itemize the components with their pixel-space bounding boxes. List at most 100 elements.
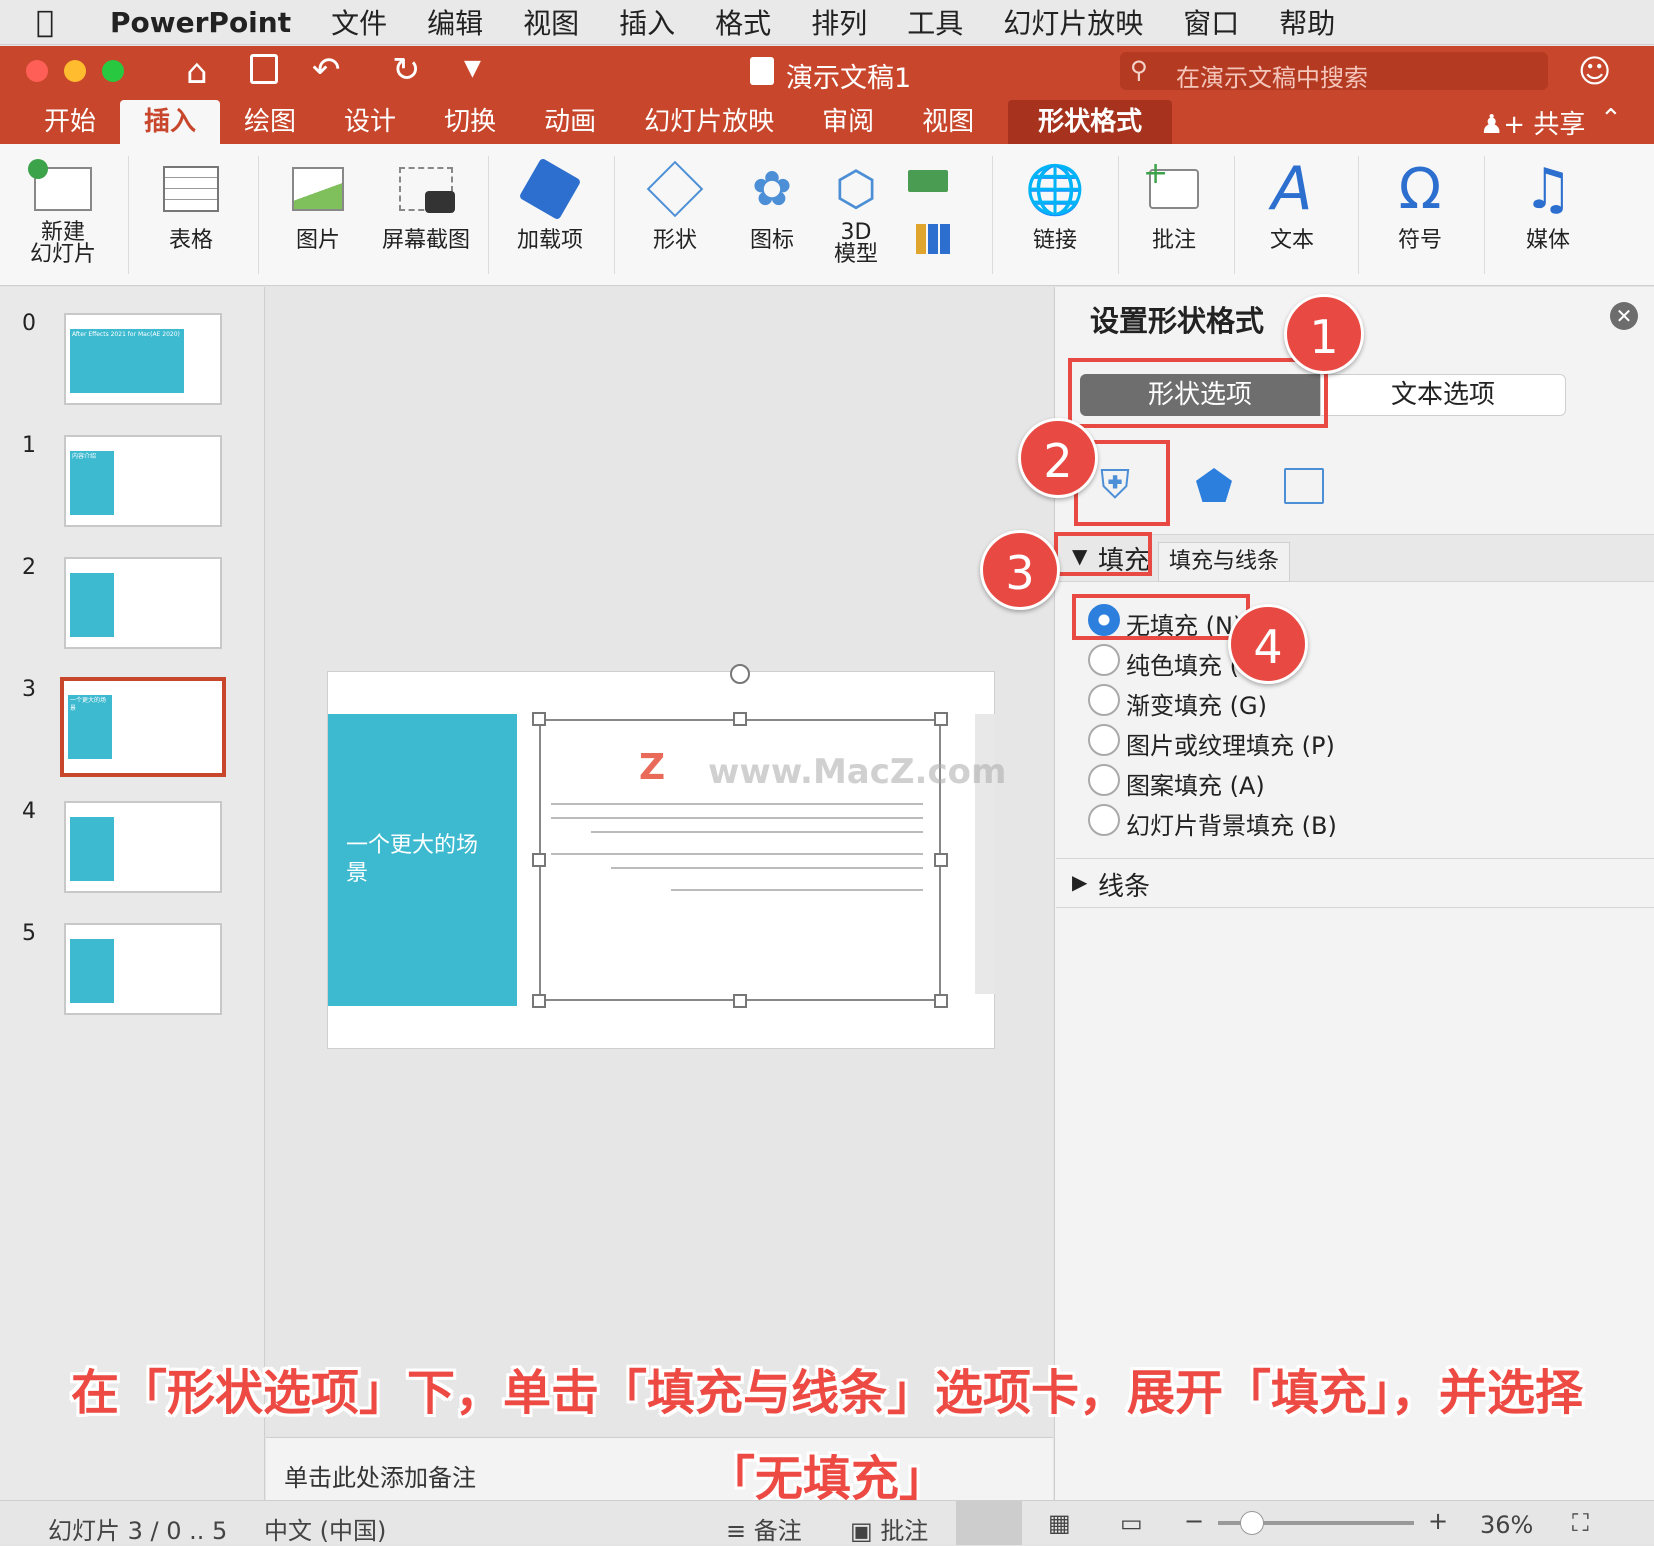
- resize-handle[interactable]: [934, 994, 948, 1008]
- menu-edit[interactable]: 编辑: [427, 2, 483, 42]
- tab-view[interactable]: 视图: [898, 100, 998, 144]
- current-slide[interactable]: 一个更大的场景 Z www.MacZ.com: [327, 664, 1006, 1049]
- apple-icon[interactable]: : [36, 5, 92, 40]
- gradient-fill-label[interactable]: 渐变填充 (G): [1126, 686, 1267, 721]
- tab-insert[interactable]: 插入: [120, 100, 221, 144]
- chart-icon[interactable]: [916, 224, 950, 254]
- zoom-in-button[interactable]: +: [1428, 1507, 1448, 1535]
- comments-toggle[interactable]: ▣ 批注: [850, 1511, 928, 1546]
- smartart-icon[interactable]: [908, 170, 948, 192]
- comment-button[interactable]: + 批注: [1134, 156, 1214, 254]
- media-button[interactable]: ♫ 媒体: [1504, 156, 1592, 254]
- picture-fill-radio[interactable]: [1088, 724, 1120, 756]
- highlight-no-fill: [1072, 594, 1250, 640]
- slide-counter: 幻灯片 3 / 0 .. 5: [48, 1517, 228, 1545]
- search-placeholder: 在演示文稿中搜索: [1176, 64, 1368, 92]
- customize-toolbar-icon[interactable]: ▼: [464, 56, 481, 81]
- notes-toggle[interactable]: ≡ 备注: [726, 1511, 802, 1546]
- menu-file[interactable]: 文件: [331, 2, 387, 42]
- slide-thumbnail-5[interactable]: [64, 923, 222, 1015]
- tab-draw[interactable]: 绘图: [220, 100, 320, 144]
- tab-review[interactable]: 审阅: [798, 100, 898, 144]
- collapsed-triangle-icon[interactable]: ▶: [1072, 870, 1087, 894]
- menu-window[interactable]: 窗口: [1183, 2, 1239, 42]
- slide-thumbnail-2[interactable]: [64, 557, 222, 649]
- symbol-button[interactable]: Ω 符号: [1374, 156, 1466, 254]
- 3d-model-button[interactable]: ⬡ 3D 模型: [816, 156, 896, 266]
- background-fill-radio[interactable]: [1088, 804, 1120, 836]
- resize-handle[interactable]: [532, 853, 546, 867]
- document-title: 演示文稿1: [786, 63, 912, 94]
- presenter-view-icon[interactable]: ▭: [1120, 1509, 1143, 1537]
- slide-thumbnail-3-selected[interactable]: 一个更大的场景: [60, 677, 226, 777]
- fit-to-window-icon[interactable]: ⛶: [1572, 1509, 1589, 1537]
- redo-icon[interactable]: ↻: [392, 50, 421, 90]
- tab-transitions[interactable]: 切换: [420, 100, 520, 144]
- slide-thumbnail-1[interactable]: 内容介绍: [64, 435, 222, 527]
- slide-thumbnail-0[interactable]: After Effects 2021 for Mac(AE 2020): [64, 313, 222, 405]
- table-button[interactable]: 表格: [150, 156, 232, 254]
- zoom-window-button[interactable]: [102, 60, 124, 82]
- resize-handle[interactable]: [934, 712, 948, 726]
- tab-shape-format[interactable]: 形状格式: [1008, 100, 1173, 144]
- undo-icon[interactable]: ↶: [312, 50, 341, 90]
- screenshot-button[interactable]: 屏幕截图: [376, 156, 476, 254]
- collapse-ribbon-icon[interactable]: ⌃: [1600, 104, 1622, 134]
- resize-handle[interactable]: [934, 853, 948, 867]
- resize-handle[interactable]: [532, 994, 546, 1008]
- shapes-button[interactable]: 形状: [634, 156, 716, 254]
- close-window-button[interactable]: [26, 60, 48, 82]
- home-icon[interactable]: ⌂: [186, 52, 208, 92]
- title-block[interactable]: 一个更大的场景: [328, 714, 517, 1006]
- slide-title[interactable]: 一个更大的场景: [346, 832, 496, 888]
- menu-format[interactable]: 格式: [715, 2, 771, 42]
- text-options-tab[interactable]: 文本选项: [1320, 374, 1566, 416]
- zoom-level[interactable]: 36%: [1480, 1511, 1533, 1539]
- zoom-slider-thumb[interactable]: [1240, 1511, 1264, 1535]
- menu-app-name[interactable]: PowerPoint: [110, 6, 291, 39]
- resize-handle[interactable]: [532, 712, 546, 726]
- menu-tools[interactable]: 工具: [907, 2, 963, 42]
- menu-help[interactable]: 帮助: [1279, 2, 1335, 42]
- tab-design[interactable]: 设计: [320, 100, 420, 144]
- tab-animations[interactable]: 动画: [520, 100, 620, 144]
- mirrored-body-text: [551, 799, 923, 903]
- smiley-feedback-icon[interactable]: ☺: [1578, 52, 1611, 90]
- pattern-fill-radio[interactable]: [1088, 764, 1120, 796]
- size-properties-icon[interactable]: [1284, 468, 1324, 504]
- picture-fill-label[interactable]: 图片或纹理填充 (P): [1126, 726, 1335, 761]
- icons-button[interactable]: ✿ 图标: [732, 156, 812, 254]
- menu-insert[interactable]: 插入: [619, 2, 675, 42]
- search-input[interactable]: ⚲ 在演示文稿中搜索: [1120, 52, 1548, 92]
- tab-slideshow[interactable]: 幻灯片放映: [620, 100, 798, 144]
- save-icon[interactable]: [250, 54, 278, 84]
- text-button[interactable]: A 文本: [1250, 154, 1334, 254]
- icons-label: 图标: [749, 228, 794, 253]
- addins-button[interactable]: 加载项: [506, 156, 594, 254]
- zoom-out-button[interactable]: −: [1184, 1507, 1204, 1535]
- background-fill-label[interactable]: 幻灯片背景填充 (B): [1126, 806, 1337, 841]
- menu-arrange[interactable]: 排列: [811, 2, 867, 42]
- resize-handle[interactable]: [733, 712, 747, 726]
- rotate-handle-icon[interactable]: [730, 664, 750, 684]
- line-header[interactable]: 线条: [1098, 866, 1150, 903]
- slide-sorter-icon[interactable]: ▦: [1048, 1509, 1071, 1537]
- gradient-fill-radio[interactable]: [1088, 684, 1120, 716]
- menu-view[interactable]: 视图: [523, 2, 579, 42]
- solid-fill-radio[interactable]: [1088, 644, 1120, 676]
- resize-handle[interactable]: [733, 994, 747, 1008]
- tab-home[interactable]: 开始: [20, 100, 120, 144]
- picture-button[interactable]: 图片: [276, 156, 360, 254]
- normal-view-button[interactable]: [956, 1501, 1022, 1545]
- slide-thumbnail-4[interactable]: [64, 801, 222, 893]
- language-indicator[interactable]: 中文 (中国): [264, 1511, 386, 1546]
- fill-line-tooltip: 填充与线条: [1158, 542, 1291, 582]
- new-slide-button[interactable]: 新建 幻灯片: [18, 156, 108, 266]
- pattern-fill-label[interactable]: 图案填充 (A): [1126, 766, 1265, 801]
- close-pane-icon[interactable]: ✕: [1610, 302, 1638, 330]
- solid-fill-label[interactable]: 纯色填充 (: [1126, 646, 1239, 681]
- minimize-window-button[interactable]: [64, 60, 86, 82]
- link-button[interactable]: 🌐 链接: [1010, 156, 1100, 254]
- share-button[interactable]: ♟+ 共享: [1480, 104, 1585, 141]
- menu-slideshow[interactable]: 幻灯片放映: [1003, 2, 1143, 42]
